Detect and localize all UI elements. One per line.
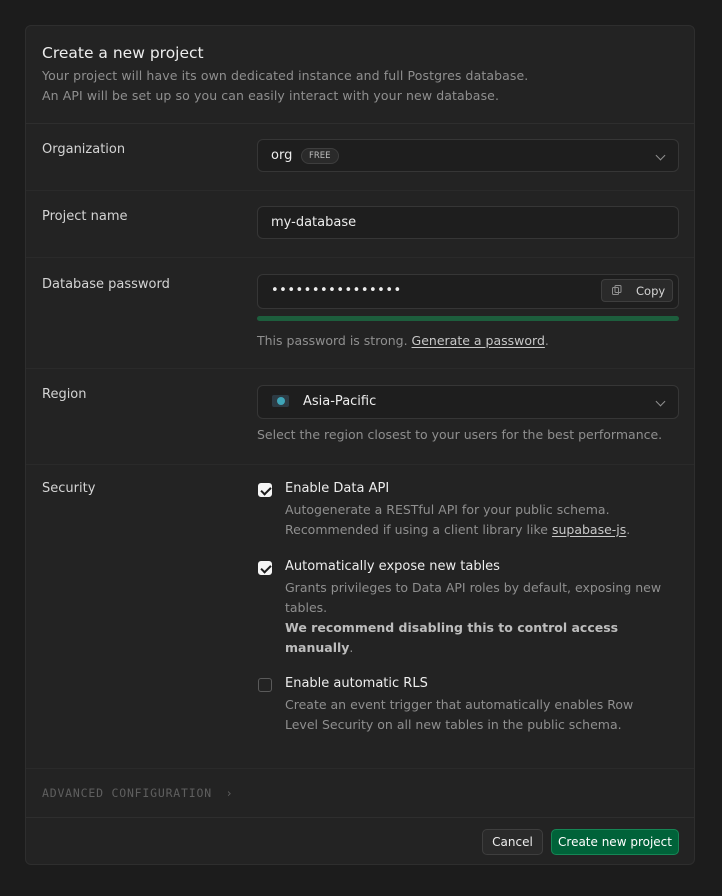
card-header: Create a new project Your project will h… — [26, 26, 694, 124]
region-value: Asia-Pacific — [303, 394, 377, 409]
expose-new-tables-title: Automatically expose new tables — [285, 559, 500, 574]
project-name-value: my-database — [271, 215, 357, 230]
copy-button[interactable]: Copy — [601, 279, 673, 302]
expose-warning-suffix: . — [349, 640, 354, 655]
expose-desc-line1: Grants privileges to Data API roles by d… — [285, 580, 662, 595]
password-help-end: . — [544, 333, 549, 348]
desc-prefix: Recommended if using a client library li… — [285, 522, 548, 537]
database-password-section: Database password •••••••••••••••• Copy — [26, 257, 694, 369]
chevron-down-icon — [655, 396, 666, 407]
cancel-button[interactable]: Cancel — [482, 829, 543, 855]
rls-desc-line2: Level Security on all new tables in the … — [285, 717, 622, 732]
project-name-input[interactable]: my-database — [257, 206, 679, 239]
advanced-configuration-toggle[interactable]: ADVANCED CONFIGURATION › — [42, 786, 233, 800]
project-name-label: Project name — [42, 209, 128, 224]
password-help: This password is strong. Generate a pass… — [257, 333, 549, 348]
copy-icon — [612, 285, 622, 295]
organization-select[interactable]: org FREE — [257, 139, 679, 172]
automatic-rls-description: Create an event trigger that automatical… — [285, 695, 685, 735]
enable-data-api-desc-line1: Autogenerate a RESTful API for your publ… — [285, 502, 610, 517]
organization-label: Organization — [42, 142, 126, 157]
expose-desc-bold2: manually. — [285, 638, 685, 658]
desc-suffix: . — [626, 522, 631, 537]
expose-warning-text: We recommend disabling this to control a… — [285, 620, 619, 635]
security-label: Security — [42, 481, 96, 496]
region-label: Region — [42, 387, 87, 402]
generate-password-link[interactable]: Generate a password — [412, 333, 545, 348]
expose-warning-text-2: manually — [285, 640, 350, 655]
password-help-text: This password is strong. — [257, 333, 408, 348]
enable-data-api-title: Enable Data API — [285, 481, 390, 496]
expose-new-tables-checkbox[interactable] — [258, 561, 272, 575]
automatic-rls-title: Enable automatic RLS — [285, 676, 428, 691]
page-title: Create a new project — [42, 44, 204, 62]
organization-section: Organization org FREE — [26, 123, 694, 191]
plan-badge: FREE — [301, 148, 339, 164]
copy-label: Copy — [636, 284, 666, 298]
region-select[interactable]: Asia-Pacific — [257, 385, 679, 419]
chevron-right-icon: › — [225, 786, 234, 800]
region-help-text: Select the region closest to your users … — [257, 427, 663, 442]
enable-data-api-desc-line2: Recommended if using a client library li… — [285, 520, 685, 540]
automatic-rls-checkbox[interactable] — [258, 678, 272, 692]
database-password-label: Database password — [42, 277, 170, 292]
card-footer: Cancel Create new project — [26, 817, 694, 866]
region-flag-icon — [272, 395, 289, 407]
project-name-section: Project name my-database — [26, 190, 694, 258]
rls-desc-line1: Create an event trigger that automatical… — [285, 697, 634, 712]
password-value: •••••••••••••••• — [271, 283, 402, 298]
page-subtitle-line2: An API will be set up so you can easily … — [42, 88, 500, 103]
chevron-down-icon — [655, 150, 666, 161]
organization-value: org — [271, 148, 293, 163]
page-subtitle-line1: Your project will have its own dedicated… — [42, 68, 529, 83]
enable-data-api-description: Autogenerate a RESTful API for your publ… — [285, 500, 685, 540]
advanced-configuration-label: ADVANCED CONFIGURATION — [42, 786, 212, 800]
database-password-input[interactable]: •••••••••••••••• Copy — [257, 274, 679, 309]
region-section: Region Asia-Pacific Select the region cl… — [26, 368, 694, 465]
create-project-card: Create a new project Your project will h… — [25, 25, 695, 865]
enable-data-api-checkbox[interactable] — [258, 483, 272, 497]
expose-desc-line2: tables. — [285, 600, 328, 615]
expose-new-tables-description: Grants privileges to Data API roles by d… — [285, 578, 685, 658]
section-divider — [26, 768, 694, 769]
password-strength-bar — [257, 316, 679, 321]
expose-desc-bold1: We recommend disabling this to control a… — [285, 618, 685, 638]
password-strength-fill — [257, 316, 679, 321]
create-project-button[interactable]: Create new project — [551, 829, 679, 855]
security-section: Security Enable Data API Autogenerate a … — [26, 464, 694, 769]
supabase-js-link[interactable]: supabase-js — [552, 522, 626, 537]
